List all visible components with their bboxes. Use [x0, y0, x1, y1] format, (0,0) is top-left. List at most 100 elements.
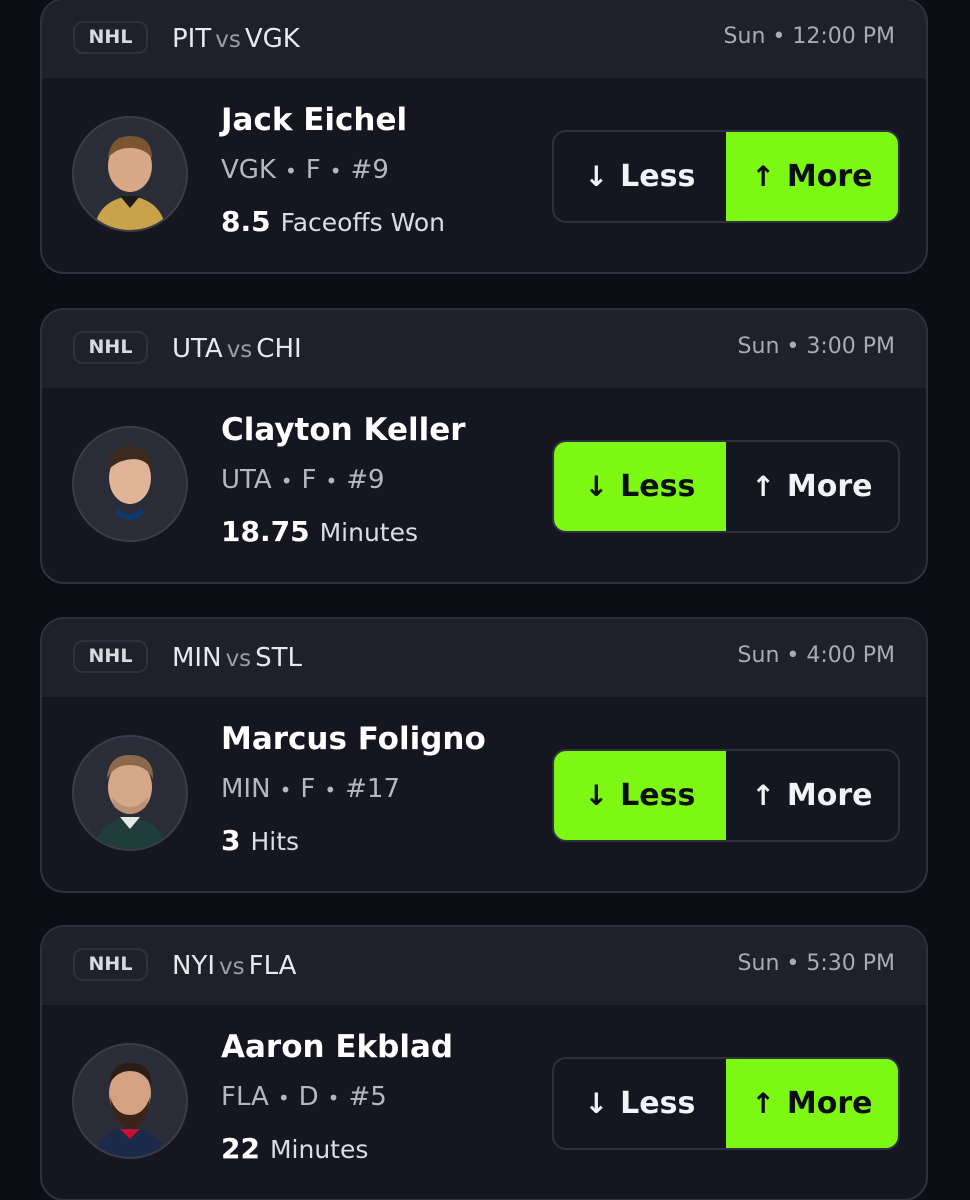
away-team: PIT: [172, 24, 212, 54]
player-name: Jack Eichel: [221, 102, 408, 138]
player-name: Marcus Foligno: [221, 721, 486, 757]
less-label: Less: [620, 1086, 696, 1121]
card-header: NHL PIT vs VGK Sun • 12:00 PM: [42, 0, 926, 78]
line-value: 18.75: [221, 515, 310, 548]
separator-dot: •: [277, 1086, 290, 1110]
matchup: UTA vs CHI: [172, 332, 302, 367]
less-button[interactable]: ↓ Less: [554, 132, 726, 221]
card-header: NHL NYI vs FLA Sun • 5:30 PM: [42, 927, 926, 1005]
less-more-toggle: ↓ Less ↑ More: [552, 440, 900, 533]
home-team: CHI: [256, 334, 302, 364]
separator-dot: •: [325, 469, 338, 493]
away-team: NYI: [172, 951, 215, 981]
player-team: UTA: [221, 465, 272, 495]
game-time: Sun • 4:00 PM: [737, 643, 895, 668]
less-label: Less: [620, 159, 696, 194]
away-team: UTA: [172, 334, 223, 364]
more-button[interactable]: ↑ More: [726, 1059, 898, 1148]
game-time: Sun • 3:00 PM: [737, 334, 895, 359]
arrow-up-icon: ↑: [751, 779, 775, 812]
league-badge: NHL: [73, 331, 148, 364]
player-name: Clayton Keller: [221, 412, 466, 448]
projection: 8.5 Faceoffs Won: [221, 205, 445, 238]
projection: 3 Hits: [221, 824, 299, 857]
separator-dot: •: [279, 778, 292, 802]
player-position: F: [305, 155, 321, 185]
more-label: More: [786, 1086, 873, 1121]
pick-card: NHL PIT vs VGK Sun • 12:00 PM Jack Eichel …: [40, 0, 928, 274]
vs-label: vs: [225, 646, 252, 672]
arrow-down-icon: ↓: [584, 1087, 609, 1120]
separator-dot: •: [280, 469, 293, 493]
stat-name: Hits: [250, 827, 300, 856]
player-meta: MIN • F • #17: [221, 774, 400, 804]
less-button[interactable]: ↓ Less: [554, 1059, 726, 1148]
game-time: Sun • 5:30 PM: [737, 951, 895, 976]
home-team: STL: [255, 643, 303, 673]
league-badge: NHL: [73, 640, 148, 673]
matchup: MIN vs STL: [172, 641, 302, 676]
home-team: VGK: [244, 24, 300, 54]
line-value: 22: [221, 1132, 260, 1165]
stat-name: Minutes: [269, 1135, 369, 1164]
more-label: More: [786, 159, 873, 194]
arrow-down-icon: ↓: [584, 779, 609, 812]
projection: 22 Minutes: [221, 1132, 368, 1165]
league-badge: NHL: [73, 21, 148, 54]
game-time: Sun • 12:00 PM: [723, 24, 895, 49]
player-number: #17: [345, 774, 400, 804]
player-number: #9: [350, 155, 389, 185]
league-badge: NHL: [73, 948, 148, 981]
line-value: 3: [221, 824, 241, 857]
more-button[interactable]: ↑ More: [726, 132, 898, 221]
separator-dot: •: [327, 1086, 340, 1110]
pick-list: NHL PIT vs VGK Sun • 12:00 PM Jack Eichel …: [0, 0, 970, 1200]
player-headshot-icon: [72, 426, 188, 542]
card-header: NHL MIN vs STL Sun • 4:00 PM: [42, 619, 926, 697]
card-header: NHL UTA vs CHI Sun • 3:00 PM: [42, 310, 926, 388]
player-position: F: [301, 465, 317, 495]
home-team: FLA: [248, 951, 297, 981]
less-label: Less: [620, 778, 696, 813]
pick-card: NHL UTA vs CHI Sun • 3:00 PM Clayton Kelle…: [40, 308, 928, 584]
less-label: Less: [620, 469, 696, 504]
more-button[interactable]: ↑ More: [726, 442, 898, 531]
less-more-toggle: ↓ Less ↑ More: [552, 1057, 900, 1150]
arrow-up-icon: ↑: [751, 160, 775, 193]
matchup: PIT vs VGK: [172, 22, 300, 57]
player-headshot-icon: [72, 1043, 188, 1159]
player-headshot-icon: [72, 116, 188, 232]
player-team: VGK: [221, 155, 276, 185]
vs-label: vs: [226, 337, 253, 363]
pick-card: NHL NYI vs FLA Sun • 5:30 PM Aaron Ekblad …: [40, 925, 928, 1200]
separator-dot: •: [329, 159, 342, 183]
player-team: MIN: [221, 774, 271, 804]
less-button[interactable]: ↓ Less: [554, 442, 726, 531]
separator-dot: •: [284, 159, 297, 183]
arrow-down-icon: ↓: [584, 160, 609, 193]
player-meta: UTA • F • #9: [221, 465, 385, 495]
player-name: Aaron Ekblad: [221, 1029, 454, 1065]
player-position: D: [298, 1082, 319, 1112]
less-more-toggle: ↓ Less ↑ More: [552, 130, 900, 223]
stat-name: Minutes: [319, 518, 418, 547]
more-button[interactable]: ↑ More: [726, 751, 898, 840]
matchup: NYI vs FLA: [172, 949, 296, 984]
player-meta: FLA • D • #5: [221, 1082, 387, 1112]
arrow-up-icon: ↑: [751, 1087, 775, 1120]
arrow-up-icon: ↑: [751, 470, 775, 503]
separator-dot: •: [324, 778, 337, 802]
more-label: More: [786, 778, 873, 813]
stat-name: Faceoffs Won: [280, 208, 446, 237]
arrow-down-icon: ↓: [584, 470, 609, 503]
more-label: More: [786, 469, 873, 504]
player-team: FLA: [221, 1082, 269, 1112]
player-number: #5: [348, 1082, 387, 1112]
line-value: 8.5: [221, 205, 271, 238]
player-headshot-icon: [72, 735, 188, 851]
away-team: MIN: [172, 643, 222, 673]
vs-label: vs: [215, 27, 241, 53]
vs-label: vs: [219, 954, 245, 980]
less-button[interactable]: ↓ Less: [554, 751, 726, 840]
player-position: F: [300, 774, 316, 804]
